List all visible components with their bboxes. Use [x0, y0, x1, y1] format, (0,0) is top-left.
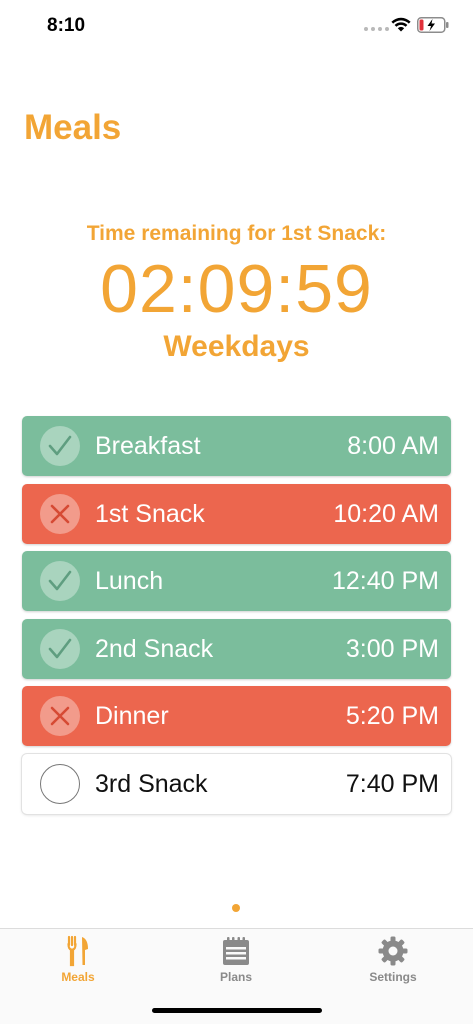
- tab-plans[interactable]: Plans: [186, 935, 286, 991]
- tab-label: Plans: [219, 970, 252, 984]
- meal-name: Dinner: [95, 702, 169, 730]
- check-icon[interactable]: [40, 561, 80, 601]
- meal-row-dinner[interactable]: Dinner 5:20 PM: [22, 686, 451, 746]
- close-icon[interactable]: [40, 696, 80, 736]
- empty-circle-icon[interactable]: [40, 763, 80, 804]
- meal-list: Breakfast 8:00 AM 1st Snack 10:20 AM Lun…: [22, 416, 451, 821]
- check-icon[interactable]: [40, 628, 80, 669]
- status-time: 8:10: [47, 15, 86, 36]
- wifi-icon: [391, 17, 411, 32]
- close-icon[interactable]: [40, 493, 80, 534]
- status-bar: 8:10: [0, 0, 473, 54]
- screen: 8:10 Meals Time remaining for 1st Snack:…: [0, 0, 473, 1024]
- countdown-label: Time remaining for 1st Snack:: [86, 222, 387, 245]
- meal-name: 2nd Snack: [95, 634, 214, 663]
- countdown-timer: 02:09:59: [100, 251, 373, 327]
- check-icon[interactable]: [40, 426, 80, 466]
- meal-name: 3rd Snack: [95, 769, 208, 798]
- page-title: Meals: [24, 108, 122, 147]
- page-indicator-dot[interactable]: [232, 904, 240, 912]
- meal-time: 8:00 AM: [347, 432, 439, 460]
- tab-meals[interactable]: Meals: [28, 935, 128, 991]
- calendar-icon: [223, 937, 249, 965]
- meal-name: Lunch: [95, 567, 164, 595]
- meal-name: 1st Snack: [95, 499, 205, 528]
- meal-time: 12:40 PM: [331, 567, 439, 595]
- meal-time: 10:20 AM: [333, 499, 439, 528]
- tab-label: Settings: [369, 970, 417, 984]
- fork-knife-icon: [67, 935, 88, 967]
- tab-label: Meals: [61, 970, 95, 984]
- home-indicator: [152, 1008, 322, 1013]
- meal-row-lunch[interactable]: Lunch 12:40 PM: [22, 551, 451, 611]
- meal-row-2nd-snack[interactable]: 2nd Snack 3:00 PM: [22, 618, 451, 679]
- meal-time: 5:20 PM: [345, 702, 439, 730]
- meal-row-1st-snack[interactable]: 1st Snack 10:20 AM: [22, 483, 451, 544]
- meal-time: 7:40 PM: [345, 769, 439, 798]
- meal-row-3rd-snack[interactable]: 3rd Snack 7:40 PM: [22, 753, 451, 814]
- tab-settings[interactable]: Settings: [343, 935, 443, 991]
- meal-name: Breakfast: [95, 432, 201, 460]
- battery-icon: [417, 17, 449, 33]
- cellular-signal-icon: [364, 27, 389, 31]
- gear-icon: [378, 936, 408, 966]
- schedule-label: Weekdays: [163, 330, 310, 363]
- meal-row-breakfast[interactable]: Breakfast 8:00 AM: [22, 416, 451, 476]
- meal-time: 3:00 PM: [345, 634, 439, 663]
